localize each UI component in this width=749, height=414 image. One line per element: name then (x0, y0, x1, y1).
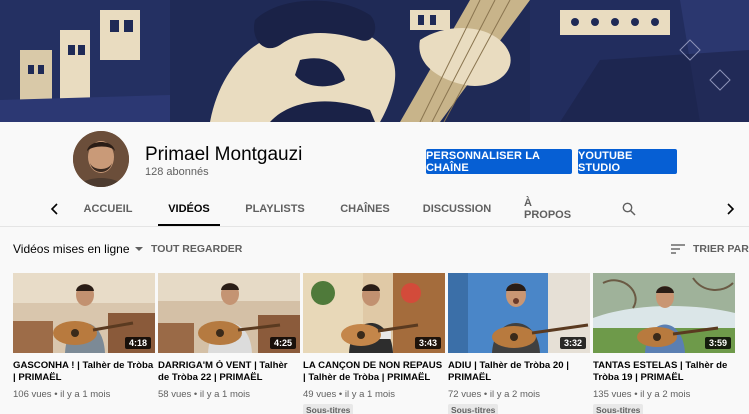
video-card[interactable]: 4:18 GASCONHA ! | Talhèr de Tròba | PRIM… (13, 273, 155, 400)
video-title[interactable]: LA CANÇON DE NON REPAUS | Talhèr de Tròb… (303, 360, 445, 384)
channel-banner (0, 0, 749, 122)
tab-playlists[interactable]: PLAYLISTS (245, 192, 305, 226)
video-title[interactable]: DARRIGA'M Ò VENT | Talhèr de Tròba 22 | … (158, 360, 300, 384)
tab-videos[interactable]: VIDÉOS (158, 192, 220, 226)
video-card[interactable]: 3:43 LA CANÇON DE NON REPAUS | Talhèr de… (303, 273, 445, 414)
sort-by-label: TRIER PAR (693, 243, 749, 255)
tab-discussion[interactable]: DISCUSSION (423, 192, 491, 226)
sort-icon (671, 244, 685, 254)
subtitles-badge: Sous-titres (448, 404, 499, 414)
video-thumbnail[interactable]: 4:25 (158, 273, 300, 353)
search-icon[interactable] (618, 192, 640, 226)
video-thumbnail[interactable]: 3:59 (593, 273, 735, 353)
tab-a-propos[interactable]: À PROPOS (524, 192, 582, 226)
video-meta: 49 vues • il y a 1 mois (303, 389, 396, 400)
video-thumbnail[interactable]: 3:32 (448, 273, 590, 353)
video-duration: 4:18 (124, 337, 151, 349)
subtitles-badge: Sous-titres (593, 404, 644, 414)
video-card[interactable]: 4:25 DARRIGA'M Ò VENT | Talhèr de Tròba … (158, 273, 300, 400)
customize-channel-button[interactable]: PERSONNALISER LA CHAÎNE (426, 149, 572, 174)
video-title[interactable]: TANTAS ESTELAS | Talhèr de Tròba 19 | PR… (593, 360, 735, 384)
video-duration: 3:43 (414, 337, 441, 349)
tab-chaines[interactable]: CHAÎNES (338, 192, 392, 226)
tab-accueil[interactable]: ACCUEIL (82, 192, 134, 226)
video-card[interactable]: 3:59 TANTAS ESTELAS | Talhèr de Tròba 19… (593, 273, 735, 414)
view-all-button[interactable]: TOUT REGARDER (151, 241, 242, 257)
channel-name: Primael Montgauzi (145, 144, 303, 165)
video-duration: 3:32 (559, 337, 586, 349)
sort-by-button[interactable]: TRIER PAR (671, 241, 749, 257)
video-thumbnail[interactable]: 3:43 (303, 273, 445, 353)
caret-down-icon (134, 247, 143, 251)
channel-tabs: ACCUEIL VIDÉOS PLAYLISTS CHAÎNES DISCUSS… (0, 192, 749, 226)
uploads-dropdown[interactable]: Vidéos mises en ligne (13, 241, 143, 257)
video-meta: 58 vues • il y a 1 mois (158, 389, 251, 400)
video-meta: 135 vues • il y a 2 mois (593, 389, 691, 400)
channel-avatar[interactable] (73, 131, 129, 187)
video-title[interactable]: GASCONHA ! | Talhèr de Tròba | PRIMAËL (13, 360, 155, 384)
video-title[interactable]: ADIU | Talhèr de Tròba 20 | PRIMAËL (448, 360, 590, 384)
chevron-right-icon[interactable] (720, 192, 740, 226)
video-duration: 4:25 (269, 337, 296, 349)
video-meta: 106 vues • il y a 1 mois (13, 389, 111, 400)
subtitles-badge: Sous-titres (303, 404, 354, 414)
video-duration: 3:59 (704, 337, 731, 349)
section-title: Vidéos mises en ligne (13, 242, 130, 256)
subscriber-count: 128 abonnés (145, 166, 209, 178)
video-meta: 72 vues • il y a 2 mois (448, 389, 541, 400)
video-card[interactable]: 3:32 ADIU | Talhèr de Tròba 20 | PRIMAËL… (448, 273, 590, 414)
youtube-studio-button[interactable]: YOUTUBE STUDIO (578, 149, 677, 174)
video-thumbnail[interactable]: 4:18 (13, 273, 155, 353)
